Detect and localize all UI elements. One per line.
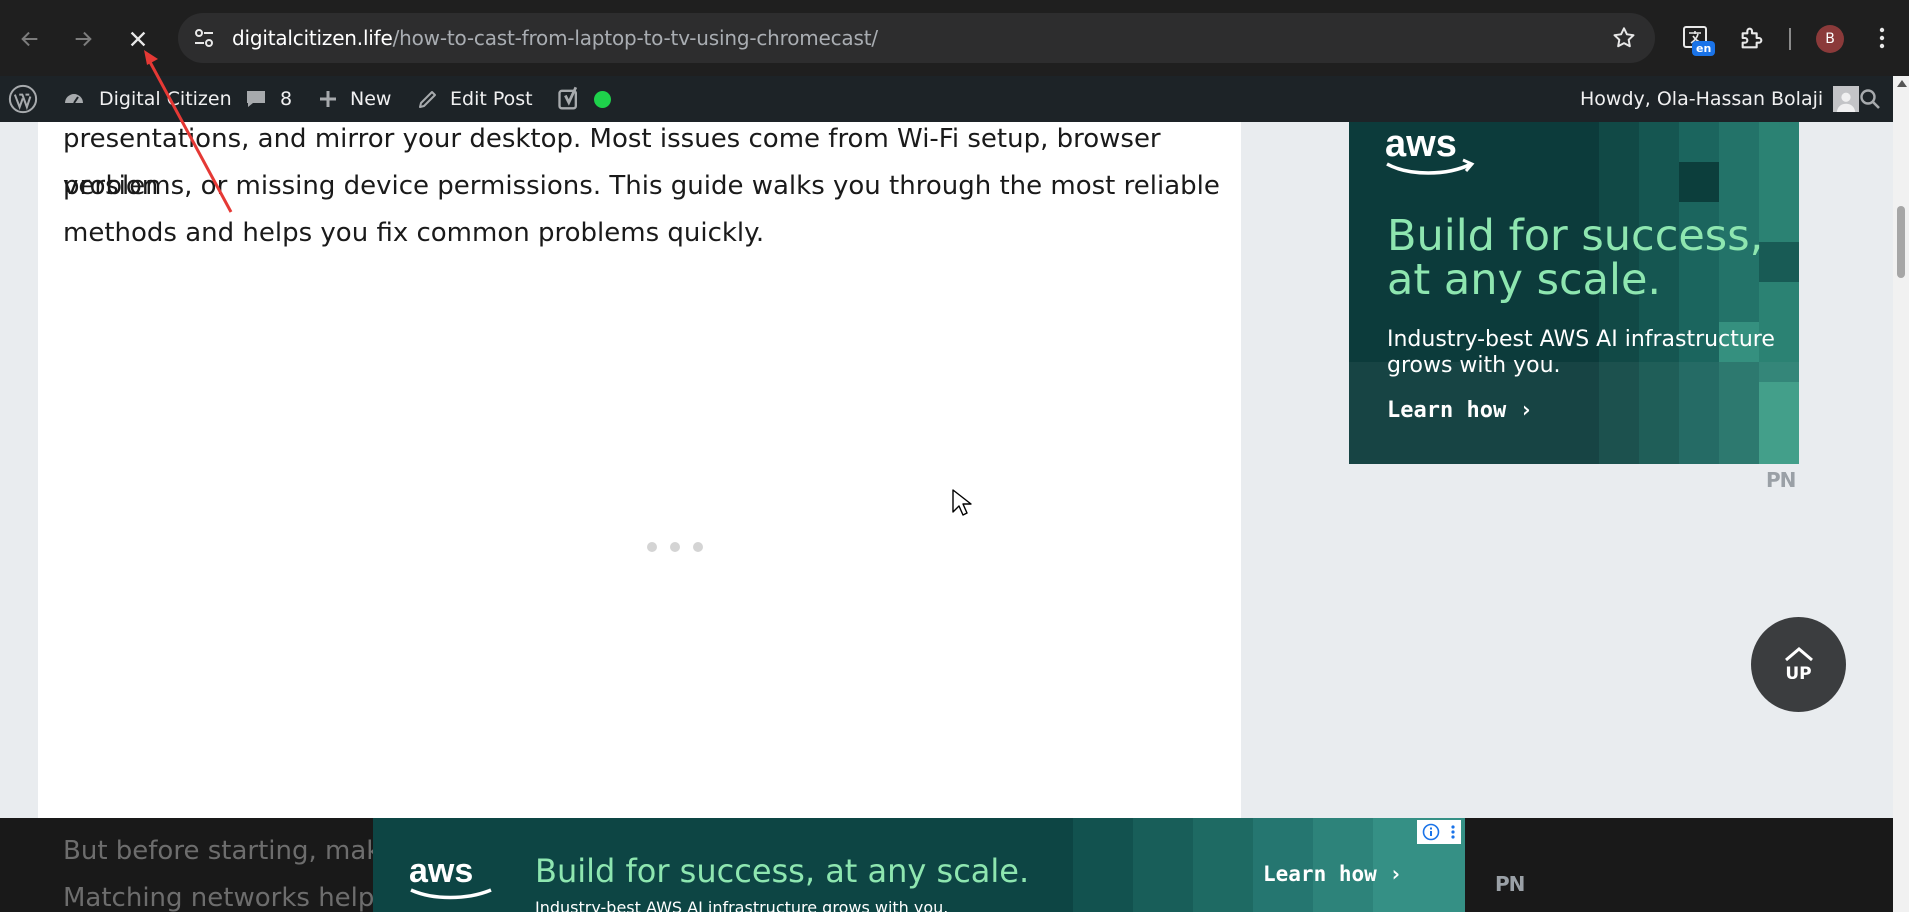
- banner-headline: Build for success, at any scale.: [535, 852, 1030, 890]
- translate-extension-button[interactable]: en: [1682, 24, 1716, 58]
- ad-network-marker: PN: [1766, 468, 1796, 492]
- user-silhouette-icon: [1836, 92, 1856, 112]
- banner-learn-how-link[interactable]: Learn how ›: [1263, 862, 1402, 886]
- page-scrollbar[interactable]: [1893, 76, 1909, 912]
- back-button[interactable]: [13, 22, 47, 56]
- forward-button[interactable]: [66, 22, 100, 56]
- scroll-up-arrow-icon[interactable]: [1897, 80, 1907, 87]
- ad-loading-indicator: [647, 542, 703, 552]
- bottom-ad-network-marker: PN: [1495, 872, 1525, 896]
- site-info-icon[interactable]: [192, 26, 216, 50]
- search-icon: [1860, 89, 1880, 109]
- stop-loading-button[interactable]: [121, 22, 155, 56]
- loading-dot: [693, 542, 703, 552]
- article-obscured-line-2: Matching networks helps: [63, 883, 388, 912]
- howdy-label: Howdy, Ola-Hassan Bolaji: [1580, 88, 1824, 110]
- pencil-icon: [419, 91, 436, 108]
- ad-subtext: Industry-best AWS AI infrastructure grow…: [1387, 327, 1775, 378]
- browser-menu-icon[interactable]: [1872, 24, 1892, 52]
- aws-bottom-banner-ad[interactable]: aws Build for success, at any scale. Ind…: [373, 818, 1465, 912]
- back-arrow-icon: [21, 31, 38, 47]
- loading-dot: [647, 542, 657, 552]
- url-host: digitalcitizen.life: [232, 26, 393, 50]
- my-account-menu[interactable]: Howdy, Ola-Hassan Bolaji: [1580, 76, 1860, 122]
- chevron-up-icon: [1784, 646, 1813, 661]
- svg-text:aws: aws: [409, 854, 473, 890]
- site-name-label: Digital Citizen: [99, 88, 232, 110]
- bookmark-star-icon[interactable]: [1611, 25, 1637, 51]
- close-icon: [130, 31, 146, 47]
- info-icon[interactable]: [1422, 823, 1440, 841]
- extensions-puzzle-icon[interactable]: [1738, 24, 1766, 52]
- ad-choices-controls[interactable]: [1417, 820, 1461, 844]
- user-avatar: [1833, 86, 1860, 112]
- article-obscured-line-1: But before starting, make: [63, 836, 397, 866]
- aws-banner-logo: aws: [409, 854, 492, 900]
- scrollbar-thumb[interactable]: [1897, 206, 1905, 278]
- wordpress-logo-button[interactable]: [8, 76, 38, 122]
- forward-arrow-icon: [75, 31, 92, 47]
- yoast-logo-icon: [558, 86, 578, 110]
- plus-icon: [320, 91, 336, 107]
- admin-search-button[interactable]: [1858, 76, 1882, 122]
- up-label: UP: [1785, 663, 1812, 684]
- scroll-to-top-button[interactable]: UP: [1751, 617, 1846, 712]
- wordpress-logo-icon: [8, 84, 38, 114]
- article-line-2: problems, or missing device permissions.…: [63, 171, 1220, 201]
- comment-bubble-icon: [247, 91, 265, 107]
- browser-toolbar: digitalcitizen.life/how-to-cast-from-lap…: [0, 0, 1909, 76]
- address-bar[interactable]: digitalcitizen.life/how-to-cast-from-lap…: [178, 13, 1655, 63]
- dashboard-gauge-icon: [65, 94, 83, 104]
- toolbar-separator: [1789, 28, 1791, 50]
- url-text: digitalcitizen.life/how-to-cast-from-lap…: [232, 26, 878, 50]
- seo-status-dot: [594, 90, 611, 108]
- loading-dot: [670, 542, 680, 552]
- url-path: /how-to-cast-from-laptop-to-tv-using-chr…: [392, 26, 878, 50]
- banner-subtext: Industry-best AWS AI infrastructure grow…: [535, 898, 949, 912]
- mouse-cursor-icon: [952, 489, 972, 516]
- ad-learn-how-link[interactable]: Learn how ›: [1387, 398, 1533, 423]
- new-label: New: [350, 88, 392, 110]
- svg-text:aws: aws: [1385, 123, 1457, 165]
- ad-menu-icon[interactable]: [1450, 823, 1456, 841]
- article-content: presentations, and mirror your desktop. …: [38, 122, 1241, 818]
- article-line-3: methods and helps you fix common problem…: [63, 218, 765, 248]
- edit-post-label: Edit Post: [450, 88, 533, 110]
- aws-sidebar-ad[interactable]: aws Build for success, at any scale. Ind…: [1349, 122, 1799, 464]
- profile-avatar[interactable]: B: [1816, 25, 1844, 53]
- comments-count: 8: [280, 88, 293, 110]
- aws-logo: aws: [1385, 123, 1475, 175]
- translate-language-badge: en: [1692, 41, 1716, 56]
- ad-headline: Build for success, at any scale.: [1387, 211, 1764, 305]
